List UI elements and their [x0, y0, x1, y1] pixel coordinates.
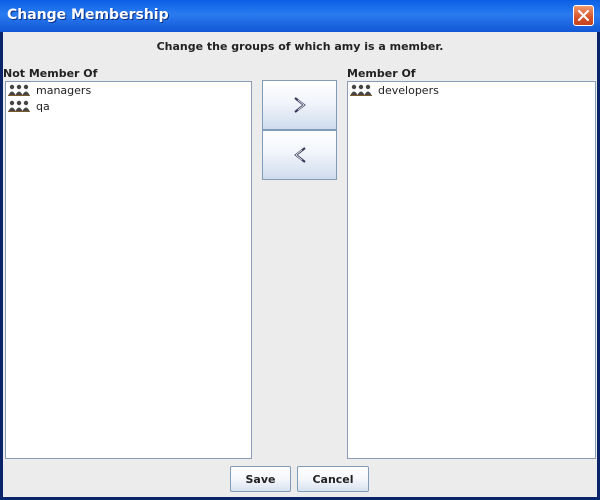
add-to-member-button[interactable]: [262, 80, 337, 130]
close-button[interactable]: [573, 5, 594, 26]
list-item-label: developers: [378, 83, 439, 97]
window-title: Change Membership: [7, 7, 169, 23]
member-list[interactable]: developers: [347, 81, 596, 459]
chevron-left-icon: [292, 146, 308, 164]
instruction-text: Change the groups of which amy is a memb…: [156, 40, 444, 53]
list-item[interactable]: developers: [348, 82, 595, 98]
list-item-label: qa: [36, 99, 50, 113]
group-icon: [350, 84, 372, 96]
group-icon: [8, 100, 30, 112]
cancel-button[interactable]: Cancel: [297, 466, 369, 492]
save-button[interactable]: Save: [230, 466, 291, 492]
title-bar[interactable]: Change Membership: [0, 0, 600, 32]
list-item-label: managers: [36, 83, 92, 97]
group-icon: [8, 84, 30, 96]
not-member-label: Not Member Of: [3, 67, 98, 80]
list-item[interactable]: managers: [6, 82, 251, 98]
not-member-list[interactable]: managers qa: [5, 81, 252, 459]
change-membership-dialog: Change Membership Change the groups of w…: [0, 0, 600, 500]
chevron-right-icon: [292, 96, 308, 114]
list-item[interactable]: qa: [6, 98, 251, 114]
dialog-content: Change the groups of which amy is a memb…: [3, 32, 597, 497]
close-icon: [578, 10, 589, 21]
remove-from-member-button[interactable]: [262, 130, 337, 180]
member-label: Member Of: [347, 67, 416, 80]
